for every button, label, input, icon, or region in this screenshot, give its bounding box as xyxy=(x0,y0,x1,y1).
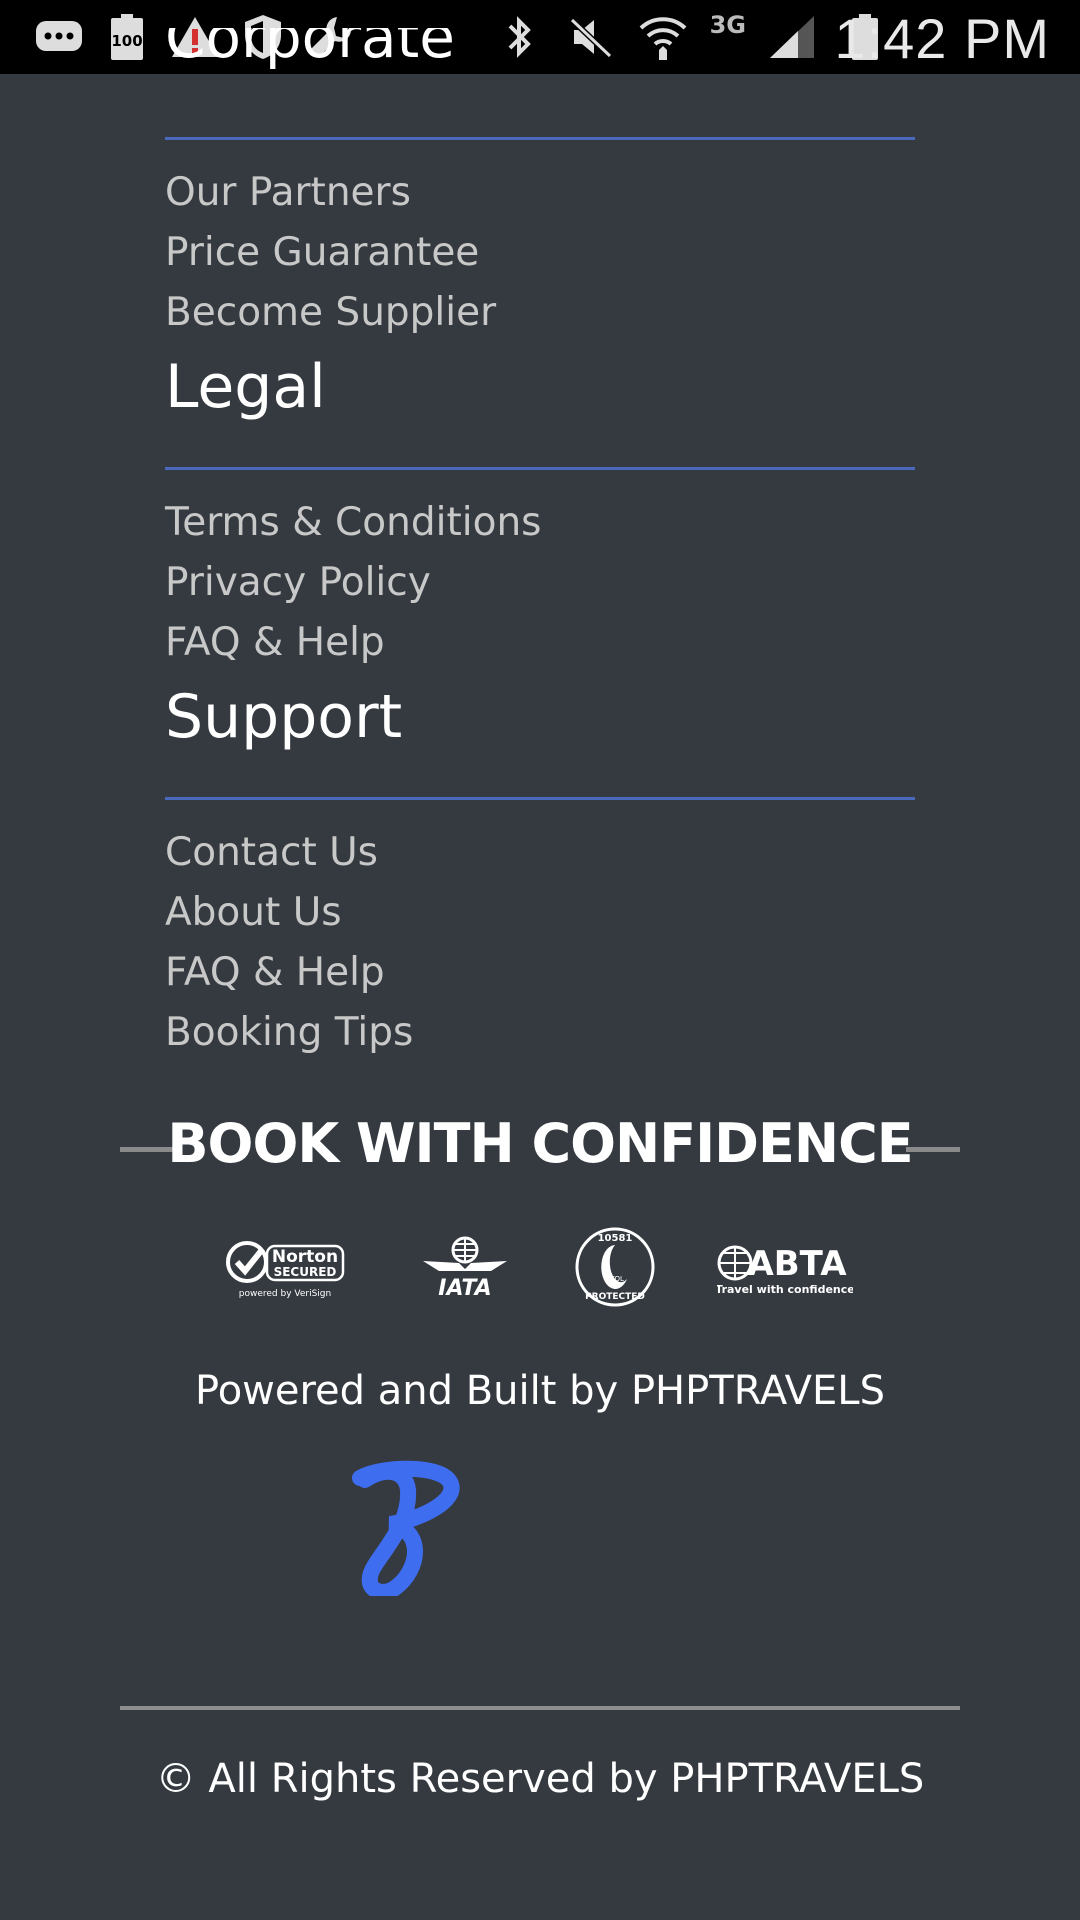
corporate-divider xyxy=(165,137,915,140)
svg-text:powered by VeriSign: powered by VeriSign xyxy=(239,1289,331,1299)
phptravels-logo[interactable] xyxy=(350,1460,462,1600)
atol-protected-logo: 10581 ATOL PROTECTED xyxy=(570,1222,660,1312)
book-with-confidence-title: BOOK WITH CONFIDENCE xyxy=(167,1112,913,1175)
svg-text:Norton: Norton xyxy=(272,1247,338,1267)
link-contact-us[interactable]: Contact Us xyxy=(165,831,378,875)
norton-secured-logo: Norton SECURED powered by VeriSign xyxy=(220,1222,350,1312)
svg-text:ATOL: ATOL xyxy=(606,1275,624,1283)
svg-text:IATA: IATA xyxy=(438,1276,491,1299)
link-our-partners[interactable]: Our Partners xyxy=(165,171,411,215)
corporate-heading: Corporate xyxy=(165,28,455,71)
status-bar: 100 3G 1:42 PM xyxy=(0,0,1080,74)
link-terms-conditions[interactable]: Terms & Conditions xyxy=(165,501,541,545)
right-dash xyxy=(906,1147,960,1152)
iata-logo: IATA xyxy=(415,1222,515,1312)
bluetooth-icon xyxy=(494,12,544,62)
link-about-us[interactable]: About Us xyxy=(165,891,342,935)
svg-text:Travel with confidence: Travel with confidence xyxy=(717,1283,853,1296)
battery-100-icon: 100 xyxy=(102,12,152,62)
legal-divider xyxy=(165,467,915,470)
abta-logo: ABTA Travel with confidence xyxy=(715,1222,855,1312)
status-bar-right-icons: 3G xyxy=(494,10,890,64)
footer-divider xyxy=(120,1706,960,1710)
svg-text:10581: 10581 xyxy=(598,1233,633,1244)
link-faq-help-legal[interactable]: FAQ & Help xyxy=(165,621,385,665)
battery-level-text: 100 xyxy=(111,32,142,50)
powered-by-text: Powered and Built by PHPTRAVELS xyxy=(195,1368,885,1414)
clock: 1:42 PM xyxy=(834,7,1050,70)
mute-icon xyxy=(566,12,616,62)
copyright-text: © All Rights Reserved by PHPTRAVELS xyxy=(155,1756,925,1802)
wifi-icon xyxy=(638,12,688,62)
link-privacy-policy[interactable]: Privacy Policy xyxy=(165,561,431,605)
book-with-confidence: BOOK WITH CONFIDENCE xyxy=(120,1106,960,1176)
link-booking-tips[interactable]: Booking Tips xyxy=(165,1011,413,1055)
legal-heading: Legal xyxy=(165,352,326,422)
link-faq-help-support[interactable]: FAQ & Help xyxy=(165,951,385,995)
network-type-label: 3G xyxy=(709,11,746,39)
svg-text:SECURED: SECURED xyxy=(274,1265,337,1279)
link-become-supplier[interactable]: Become Supplier xyxy=(165,291,496,335)
trust-badges: Norton SECURED powered by VeriSign IATA … xyxy=(220,1222,870,1312)
signal-icon xyxy=(768,12,818,62)
svg-text:PROTECTED: PROTECTED xyxy=(585,1292,645,1302)
support-heading: Support xyxy=(165,682,403,752)
link-price-guarantee[interactable]: Price Guarantee xyxy=(165,231,479,275)
svg-text:ABTA: ABTA xyxy=(747,1244,847,1284)
messages-icon xyxy=(34,12,84,62)
support-divider xyxy=(165,797,915,800)
